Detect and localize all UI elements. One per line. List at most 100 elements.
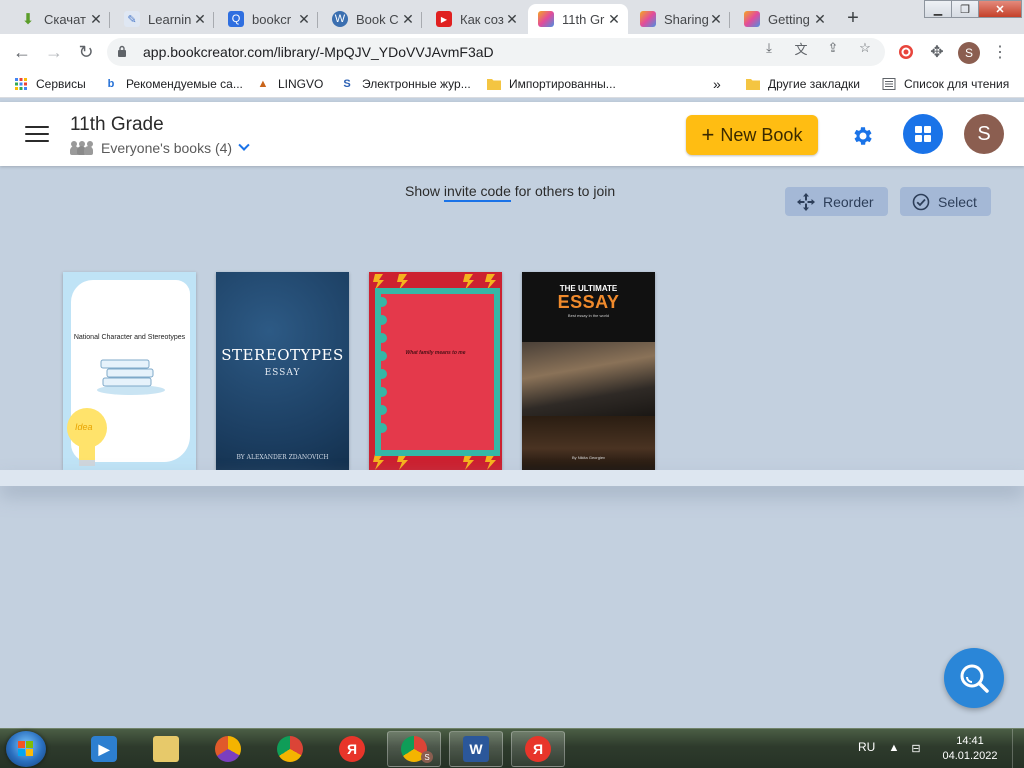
url-text[interactable]: app.bookcreator.com/library/-MpQJV_YDoVV… [143, 44, 494, 60]
tab-close-icon[interactable]: ✕ [400, 11, 416, 28]
taskbar-chrome-profile-active[interactable]: S [387, 731, 441, 767]
taskbar-media-player[interactable]: ▶ [77, 731, 131, 767]
hamburger-menu-icon[interactable] [25, 126, 49, 142]
kebab-menu-icon[interactable]: ⋮ [990, 42, 1010, 62]
browser-tab[interactable]: W Book C ✕ [322, 4, 422, 34]
tab-close-icon[interactable]: ✕ [708, 11, 724, 28]
pencil-board-icon: ✎ [124, 11, 140, 27]
invite-code-link[interactable]: invite code [443, 183, 511, 202]
browser-tab[interactable]: ✎ Learnin ✕ [114, 4, 214, 34]
lightbulb-icon [67, 408, 107, 466]
clock-time: 14:41 [956, 735, 984, 747]
bookcreator-icon [744, 11, 760, 27]
browser-tab[interactable]: Sharing ✕ [630, 4, 730, 34]
taskbar-yandex[interactable]: Я [511, 731, 565, 767]
bookmarks-bar: Сервисы b Рекомендуемые са... ▲ LINGVO S… [0, 70, 1024, 98]
tray-arrow-icon[interactable]: ▲ [886, 741, 902, 755]
reload-icon[interactable]: ↻ [74, 40, 98, 64]
bookmark-item[interactable]: S Электронные жур... [340, 76, 470, 92]
library-filter-dropdown[interactable]: Everyone's books (4) [70, 139, 250, 157]
browser-tab[interactable]: ⬇ Скачат ✕ [10, 4, 110, 34]
bulb-label: Idea [75, 422, 93, 432]
binder-rings-icon [377, 297, 387, 433]
translate-icon[interactable]: 文 [792, 40, 810, 57]
user-avatar[interactable]: S [964, 114, 1004, 154]
book-subtitle: ESSAY [264, 368, 301, 378]
chevron-down-icon [238, 139, 250, 151]
select-button[interactable]: Select [900, 187, 991, 216]
restore-button[interactable]: ❐ [951, 0, 979, 18]
bookmarks-overflow-button[interactable]: » [713, 76, 721, 92]
grid-view-button[interactable] [903, 114, 943, 154]
book-cover-national-character[interactable]: National Character and Stereotypes Idea [63, 272, 196, 470]
taskbar-explorer[interactable] [139, 731, 193, 767]
browser-tab-active[interactable]: 11th Gr ✕ [528, 4, 628, 34]
profile-avatar[interactable]: S [958, 42, 980, 64]
youtube-icon: ▶ [436, 11, 452, 27]
language-indicator[interactable]: RU [858, 740, 875, 754]
folder-explorer-icon [153, 736, 179, 762]
bookmark-star-icon[interactable]: ☆ [856, 40, 874, 56]
tab-title: Как соз [460, 11, 504, 27]
word-icon: W [463, 736, 489, 762]
taskbar-yandex-browser[interactable]: Я [325, 731, 379, 767]
browser-tab[interactable]: ▶ Как соз ✕ [426, 4, 526, 34]
book-cover-stereotypes-essay[interactable]: STEREOTYPES ESSAY BY ALEXANDER ZDANOVICH [216, 272, 349, 470]
new-tab-button[interactable]: + [839, 5, 867, 31]
book-cover-family[interactable]: What family means to me [369, 272, 502, 470]
tab-close-icon[interactable]: ✕ [296, 11, 312, 28]
tab-title: bookcr [252, 11, 292, 27]
search-icon [960, 664, 989, 693]
close-window-button[interactable]: ✕ [978, 0, 1022, 18]
bookmark-item[interactable]: Другие закладки [746, 76, 860, 92]
tab-close-icon[interactable]: ✕ [88, 11, 104, 28]
bookmark-item[interactable]: Сервисы [14, 76, 86, 92]
folder-icon [487, 77, 501, 91]
browser-lock-icon [215, 736, 241, 762]
forward-arrow-icon[interactable]: → [42, 40, 66, 64]
taskbar-browser[interactable] [201, 731, 255, 767]
browser-tab-strip: ⬇ Скачат ✕ ✎ Learnin ✕ Q bookcr ✕ W Book… [0, 0, 1024, 34]
people-icon [70, 141, 94, 155]
yandex-app-icon: Я [525, 736, 551, 762]
install-icon[interactable]: ⤓ [760, 40, 778, 56]
bookmark-item[interactable]: Импортированны... [487, 76, 616, 92]
extensions-puzzle-icon[interactable]: ✥ [927, 42, 947, 62]
minimize-button[interactable]: ▁ [924, 0, 952, 18]
taskbar-chrome[interactable] [263, 731, 317, 767]
taskbar-word[interactable]: W [449, 731, 503, 767]
tab-close-icon[interactable]: ✕ [504, 11, 520, 28]
bookcreator-icon [640, 11, 656, 27]
windows-taskbar: ▶ Я S W Я RU ▲ ⊟ 14:41 04.01.2022 [0, 728, 1024, 768]
show-desktop-button[interactable] [1012, 729, 1024, 768]
bookmark-item[interactable]: ▲ LINGVO [256, 76, 324, 92]
invite-code-line: Show invite code for others to join [405, 183, 615, 202]
gear-icon[interactable] [848, 121, 878, 151]
start-button[interactable] [6, 731, 46, 767]
tab-title: Book C [356, 11, 399, 27]
target-extension-icon[interactable] [896, 42, 916, 62]
book-cover-ultimate-essay[interactable]: THE ULTIMATE ESSAY Best essay in the wor… [522, 272, 655, 470]
bookmark-item[interactable]: b Рекомендуемые са... [104, 76, 243, 92]
windows-logo-icon [18, 741, 33, 756]
check-circle-icon [912, 193, 930, 211]
tab-close-icon[interactable]: ✕ [812, 11, 828, 28]
bookmark-item[interactable]: Список для чтения [882, 76, 1009, 92]
bookcreator-icon [538, 11, 554, 27]
back-arrow-icon[interactable]: ← [10, 40, 34, 64]
system-clock[interactable]: 14:41 04.01.2022 [940, 734, 1000, 764]
s-logo-icon: S [343, 78, 351, 90]
share-icon[interactable]: ⇪ [824, 40, 842, 56]
book-title: What family means to me [405, 350, 466, 356]
search-fab-button[interactable] [944, 648, 1004, 708]
books-stack-icon [97, 359, 165, 395]
tab-close-icon[interactable]: ✕ [606, 11, 622, 28]
reorder-button[interactable]: Reorder [785, 187, 888, 216]
library-subtitle: Everyone's books (4) [101, 140, 233, 156]
network-icon[interactable]: ⊟ [908, 741, 924, 755]
browser-tab[interactable]: Q bookcr ✕ [218, 4, 318, 34]
bing-icon: b [107, 78, 115, 90]
browser-tab[interactable]: Getting ✕ [734, 4, 834, 34]
new-book-button[interactable]: + New Book [686, 115, 818, 155]
tab-close-icon[interactable]: ✕ [192, 11, 208, 28]
